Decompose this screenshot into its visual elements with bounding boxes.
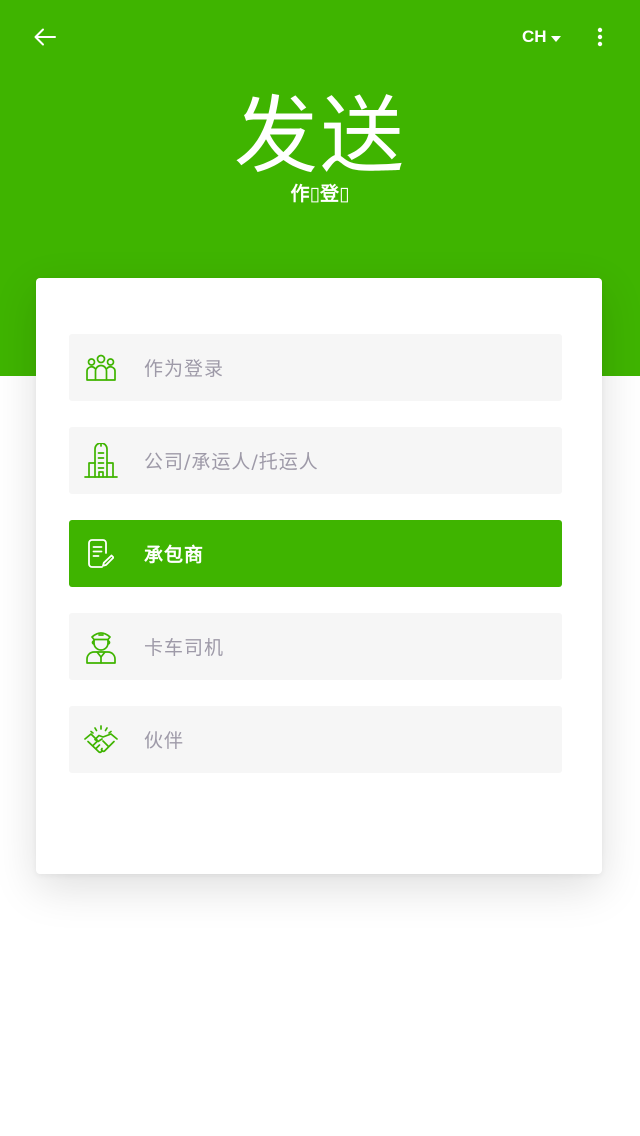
back-button[interactable]	[26, 22, 64, 56]
role-selection-card: 作为登录 公司/承运人/托运人 承包商 卡车司机 伙伴	[36, 278, 602, 874]
language-code: CH	[522, 27, 547, 46]
page: CH 发送 作▯登▯ 作为登录 公司/承运人/托运人 承包商 卡车司机 伙伴	[0, 0, 640, 1136]
role-option-label: 承包商	[144, 544, 205, 566]
app-logo-title: 发送	[233, 87, 406, 185]
role-option-label: 伙伴	[144, 730, 185, 752]
building-icon	[71, 427, 131, 494]
caret-down-icon	[550, 27, 561, 47]
role-option-contractor[interactable]: 承包商	[69, 520, 562, 587]
language-selector[interactable]: CH	[522, 22, 561, 52]
arrow-left-icon	[34, 28, 56, 50]
role-option-label: 卡车司机	[144, 637, 225, 659]
role-option-login-as[interactable]: 作为登录	[69, 334, 562, 401]
page-subtitle: 作▯登▯	[290, 183, 350, 205]
role-option-partner[interactable]: 伙伴	[69, 706, 562, 773]
role-option-label: 公司/承运人/托运人	[144, 451, 319, 473]
role-option-truck-driver[interactable]: 卡车司机	[69, 613, 562, 680]
role-option-company-carrier-shipper[interactable]: 公司/承运人/托运人	[69, 427, 562, 494]
more-menu-button[interactable]	[586, 24, 614, 54]
role-option-label: 作为登录	[144, 358, 225, 380]
contract-edit-icon	[71, 520, 131, 587]
group-icon	[71, 334, 131, 401]
handshake-icon	[71, 706, 131, 773]
driver-icon	[71, 613, 131, 680]
more-vertical-icon	[597, 27, 603, 51]
